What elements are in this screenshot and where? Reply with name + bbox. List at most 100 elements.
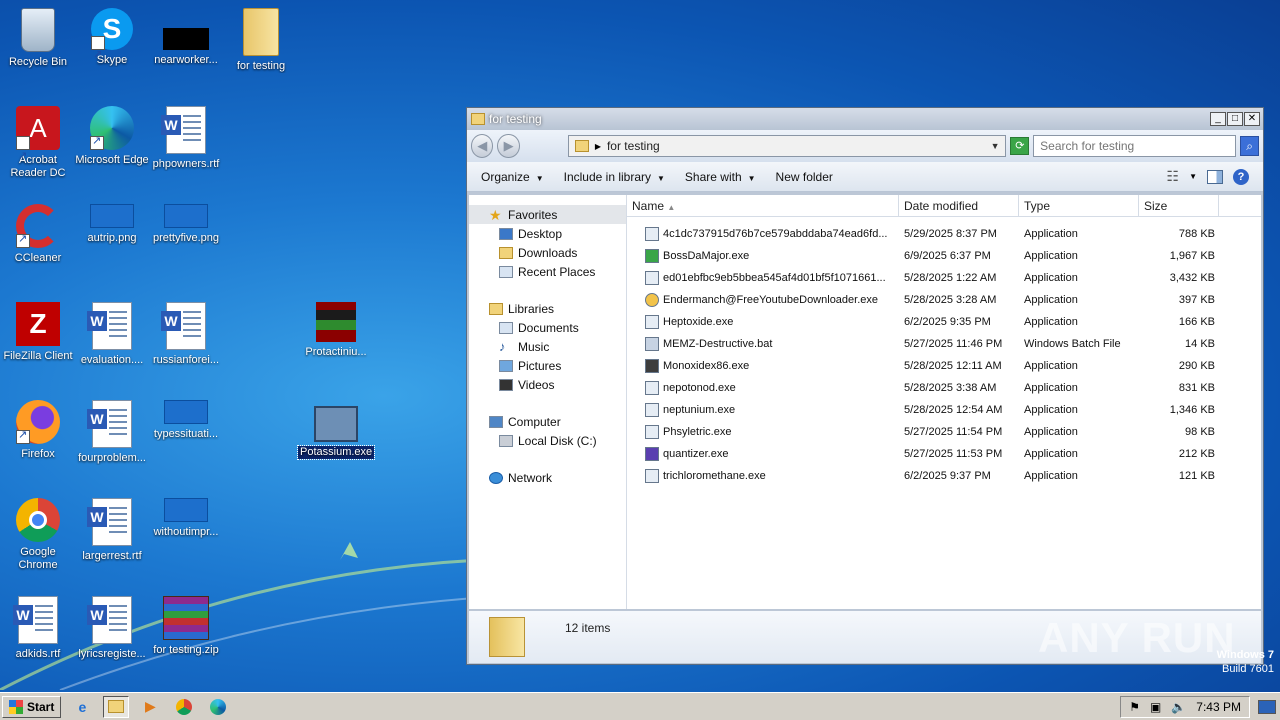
view-options-icon[interactable]: ☷: [1167, 168, 1180, 185]
nav-computer[interactable]: Computer: [469, 412, 626, 431]
back-button[interactable]: ◀: [471, 134, 494, 158]
file-row[interactable]: BossDaMajor.exe 6/9/2025 6:37 PM Applicati…: [627, 245, 1261, 267]
desktop-icon-phpowners[interactable]: W phpowners.rtf: [148, 106, 224, 171]
column-header-date[interactable]: Date modified: [899, 195, 1019, 216]
explorer-window[interactable]: for testing _ □ ✕ ◀ ▶ ▶ for testing ▼ ⟳ …: [466, 107, 1264, 665]
file-row[interactable]: Monoxidex86.exe 5/28/2025 12:11 AM Applica…: [627, 355, 1261, 377]
taskbar-ie[interactable]: e: [69, 696, 95, 718]
volume-icon[interactable]: 🔈: [1171, 700, 1186, 714]
os-version-text: Windows 7 Build 7601: [1217, 648, 1274, 676]
file-row[interactable]: Phsyletric.exe 5/27/2025 11:54 PM Applicat…: [627, 421, 1261, 443]
maximize-button[interactable]: □: [1227, 112, 1243, 126]
search-icon[interactable]: ⌕: [1240, 136, 1260, 156]
taskbar-edge[interactable]: [205, 696, 231, 718]
nav-documents[interactable]: Documents: [469, 318, 626, 337]
desktop-icon-filezilla[interactable]: Z FileZilla Client: [0, 302, 76, 363]
nav-desktop[interactable]: Desktop: [469, 224, 626, 243]
help-icon[interactable]: ?: [1233, 168, 1249, 185]
desktop-icon-protactinium[interactable]: Protactiniu...: [298, 302, 374, 359]
file-row[interactable]: Endermanch@FreeYoutubeDownloader.exe 5/28…: [627, 289, 1261, 311]
taskbar-chrome[interactable]: [171, 696, 197, 718]
desktop-icon-firefox[interactable]: Firefox: [0, 400, 76, 461]
nav-label: Desktop: [518, 226, 563, 241]
file-size: 1,967 KB: [1169, 250, 1215, 262]
desktop-icon-edge[interactable]: Microsoft Edge: [74, 106, 150, 167]
desktop-icon-recycle-bin[interactable]: Recycle Bin: [0, 8, 76, 69]
search-input[interactable]: [1033, 135, 1237, 157]
new-folder-button[interactable]: New folder: [776, 170, 833, 184]
nav-pictures[interactable]: Pictures: [469, 356, 626, 375]
word-doc-icon: W: [161, 106, 206, 154]
chevron-down-icon[interactable]: ▼: [991, 141, 1000, 151]
action-center-flag-icon[interactable]: ⚑: [1129, 700, 1140, 714]
desktop-icon-label: Acrobat Reader DC: [10, 154, 66, 179]
file-row[interactable]: neptunium.exe 5/28/2025 12:54 AM Applicati…: [627, 399, 1261, 421]
desktop-icon-autrip[interactable]: autrip.png: [74, 204, 150, 245]
organize-button[interactable]: Organize ▼: [481, 170, 544, 184]
desktop-icon-label: lyricsregiste...: [78, 648, 146, 660]
preview-pane-icon[interactable]: [1207, 169, 1223, 184]
file-row[interactable]: MEMZ-Destructive.bat 5/27/2025 11:46 PM Wi…: [627, 333, 1261, 355]
file-row[interactable]: nepotonod.exe 5/28/2025 3:38 AM Applicatio…: [627, 377, 1261, 399]
desktop-icon-chrome[interactable]: Google Chrome: [0, 498, 76, 572]
desktop-icon-acrobat[interactable]: A Acrobat Reader DC: [0, 106, 76, 180]
os-name: Windows 7: [1216, 649, 1274, 661]
desktop-icon-ccleaner[interactable]: CCleaner: [0, 204, 76, 265]
close-button[interactable]: ✕: [1244, 112, 1260, 126]
chevron-down-icon[interactable]: ▼: [1189, 172, 1197, 181]
nav-network[interactable]: Network: [469, 468, 626, 487]
desktop-icon-skype[interactable]: S Skype: [74, 8, 150, 76]
network-tray-icon[interactable]: ▣: [1150, 700, 1161, 714]
desktop-icon-prettyfive[interactable]: prettyfive.png: [148, 204, 224, 245]
desktop-icon-largerrest[interactable]: W largerrest.rtf: [74, 498, 150, 563]
clock[interactable]: 7:43 PM: [1196, 700, 1241, 714]
file-row[interactable]: trichloromethane.exe 6/2/2025 9:37 PM Appl…: [627, 465, 1261, 487]
navigation-bar: ◀ ▶ ▶ for testing ▼ ⟳ ⌕: [467, 130, 1263, 162]
include-in-library-button[interactable]: Include in library ▼: [564, 170, 665, 184]
nav-videos[interactable]: Videos: [469, 375, 626, 394]
pixel-character-icon: [316, 302, 356, 342]
desktop-icon-for-testing-zip[interactable]: for testing.zip: [148, 596, 224, 657]
title-bar[interactable]: for testing _ □ ✕: [467, 108, 1263, 130]
winrar-icon: [163, 596, 209, 640]
desktop-icon-evaluation[interactable]: W evaluation....: [74, 302, 150, 367]
desktop-icon-potassium[interactable]: Potassium.exe: [296, 400, 376, 462]
start-button[interactable]: Start: [2, 695, 62, 718]
desktop-icon-adkids[interactable]: W adkids.rtf: [0, 596, 76, 661]
desktop-icon-typessituati[interactable]: typessituati...: [148, 400, 224, 441]
desktop-icon-fourproblem[interactable]: W fourproblem...: [74, 400, 150, 465]
column-header-type[interactable]: Type: [1019, 195, 1139, 216]
desktop-icon-nearworker[interactable]: nearworker...: [148, 8, 224, 67]
command-bar: Organize ▼ Include in library ▼ Share with…: [467, 162, 1263, 192]
nav-favorites[interactable]: ★ Favorites: [469, 205, 626, 224]
taskbar-explorer[interactable]: [103, 695, 130, 718]
column-header-size[interactable]: Size: [1139, 195, 1219, 216]
nav-music[interactable]: ♪ Music: [469, 337, 626, 356]
nav-libraries[interactable]: Libraries: [469, 299, 626, 318]
share-with-button[interactable]: Share with ▼: [685, 170, 756, 184]
desktop-icon-for-testing[interactable]: for testing: [223, 8, 299, 73]
refresh-button[interactable]: ⟳: [1010, 137, 1030, 155]
file-row[interactable]: 4c1dc737915d76b7ce579abddaba74ead6fd... 5…: [627, 223, 1261, 245]
forward-button[interactable]: ▶: [497, 134, 520, 158]
file-row[interactable]: Heptoxide.exe 6/2/2025 9:35 PM Application…: [627, 311, 1261, 333]
nav-recent-places[interactable]: Recent Places: [469, 262, 626, 281]
column-header-name[interactable]: Name ▲: [627, 195, 899, 216]
nav-downloads[interactable]: Downloads: [469, 243, 626, 262]
desktop-icon-russianforei[interactable]: W russianforei...: [148, 302, 224, 367]
breadcrumb[interactable]: for testing: [607, 139, 660, 153]
file-size: 397 KB: [1178, 294, 1215, 306]
desktop-icon-withoutimpr[interactable]: withoutimpr...: [148, 498, 224, 539]
file-name: nepotonod.exe: [663, 382, 736, 394]
desktop-icon-lyricsregiste[interactable]: W lyricsregiste...: [74, 596, 150, 661]
show-desktop-button[interactable]: [1258, 699, 1276, 714]
file-row[interactable]: ed01ebfbc9eb5bbea545af4d01bf5f1071661...…: [627, 267, 1261, 289]
nav-local-disk[interactable]: Local Disk (C:): [469, 431, 626, 450]
file-name: Heptoxide.exe: [663, 316, 734, 328]
taskbar-media-player[interactable]: ▶: [137, 696, 163, 718]
address-bar[interactable]: ▶ for testing ▼: [567, 135, 1007, 157]
nav-label: Music: [518, 339, 550, 354]
minimize-button[interactable]: _: [1210, 112, 1226, 126]
file-row[interactable]: quantizer.exe 5/27/2025 11:53 PM Applicati…: [627, 443, 1261, 465]
desktop-icon-label: FileZilla Client: [3, 350, 73, 362]
